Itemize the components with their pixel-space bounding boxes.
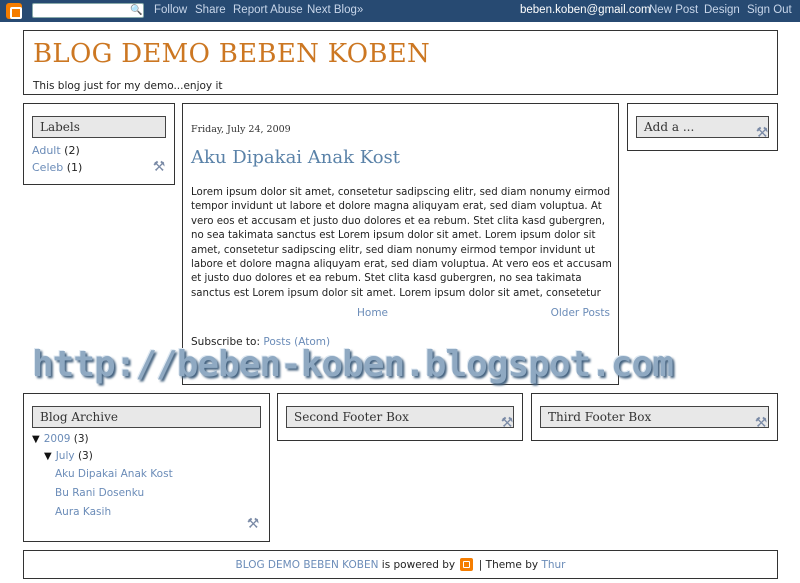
search-input[interactable]: 🔍 <box>32 3 144 18</box>
labels-widget-title: Labels <box>32 116 166 138</box>
triangle-down-icon[interactable]: ▼ <box>44 451 52 462</box>
tools-icon[interactable]: ⚒ <box>245 516 261 532</box>
blogger-logo-icon[interactable] <box>460 558 474 571</box>
second-footer-title: Second Footer Box <box>286 406 514 428</box>
next-blog-link[interactable]: Next Blog» <box>307 4 363 16</box>
sign-out-link[interactable]: Sign Out <box>747 4 792 16</box>
tools-icon[interactable]: ⚒ <box>754 125 770 141</box>
footer-blog-link[interactable]: BLOG DEMO BEBEN KOBEN <box>236 559 379 571</box>
add-gadget-title[interactable]: Add a ... <box>636 116 769 138</box>
share-link[interactable]: Share <box>195 4 226 16</box>
archive-month-row: ▼ July (3) <box>44 450 93 462</box>
follow-link[interactable]: Follow <box>154 4 187 16</box>
label-count: (1) <box>66 161 83 174</box>
main-post: Friday, July 24, 2009 Aku Dipakai Anak K… <box>182 103 619 385</box>
older-posts-link[interactable]: Older Posts <box>551 307 610 319</box>
theme-author-link[interactable]: Thur <box>541 559 565 571</box>
tools-icon[interactable]: ⚒ <box>753 415 769 431</box>
blog-header: BLOG DEMO BEBEN KOBEN This blog just for… <box>23 30 778 95</box>
tools-icon[interactable]: ⚒ <box>151 159 167 175</box>
blog-archive-widget: Blog Archive ▼ 2009 (3) ▼ July (3) Aku Dip… <box>23 393 270 542</box>
archive-post-link[interactable]: Aku Dipakai Anak Kost <box>55 468 173 480</box>
second-footer-box: Second Footer Box ⚒ <box>277 393 523 441</box>
tools-icon[interactable]: ⚒ <box>499 415 515 431</box>
label-item: Adult (2) <box>32 144 80 157</box>
post-body: Lorem ipsum dolor sit amet, consetetur s… <box>191 187 612 299</box>
home-link[interactable]: Home <box>357 307 388 319</box>
third-footer-title: Third Footer Box <box>540 406 769 428</box>
archive-year-row: ▼ 2009 (3) <box>32 433 89 445</box>
user-email: beben.koben@gmail.com <box>520 4 651 16</box>
triangle-down-icon[interactable]: ▼ <box>32 434 40 445</box>
archive-month-link[interactable]: July <box>56 450 75 462</box>
design-link[interactable]: Design <box>704 4 740 16</box>
footer-credits: BLOG DEMO BEBEN KOBEN is powered by | Th… <box>24 558 777 571</box>
archive-post-link[interactable]: Aura Kasih <box>55 506 111 518</box>
page-footer: BLOG DEMO BEBEN KOBEN is powered by | Th… <box>23 550 778 579</box>
add-gadget-widget: Add a ... ⚒ <box>627 103 778 151</box>
labels-widget: Labels Adult (2) Celeb (1) ⚒ <box>23 103 175 185</box>
label-count: (2) <box>64 144 80 157</box>
blog-description: This blog just for my demo...enjoy it <box>33 80 223 92</box>
watermark-url: http://beben-koben.blogspot.com <box>32 344 674 385</box>
post-title[interactable]: Aku Dipakai Anak Kost <box>191 147 400 168</box>
label-link-adult[interactable]: Adult <box>32 144 61 157</box>
label-item: Celeb (1) <box>32 161 82 174</box>
archive-title: Blog Archive <box>32 406 261 428</box>
blogger-logo-icon[interactable] <box>6 3 22 19</box>
archive-post-link[interactable]: Bu Rani Dosenku <box>55 487 144 499</box>
blog-title[interactable]: BLOG DEMO BEBEN KOBEN <box>33 39 430 69</box>
blogger-navbar: 🔍 Follow Share Report Abuse Next Blog» b… <box>0 0 800 22</box>
label-link-celeb[interactable]: Celeb <box>32 161 63 174</box>
search-icon[interactable]: 🔍 <box>130 5 142 16</box>
archive-year-link[interactable]: 2009 <box>44 433 71 445</box>
archive-year-count: (3) <box>73 433 89 445</box>
footer-powered-text: is powered by <box>381 559 456 571</box>
archive-month-count: (3) <box>77 450 93 462</box>
third-footer-box: Third Footer Box ⚒ <box>531 393 778 441</box>
new-post-link[interactable]: New Post <box>649 4 698 16</box>
report-abuse-link[interactable]: Report Abuse <box>233 4 303 16</box>
post-date: Friday, July 24, 2009 <box>191 124 291 135</box>
footer-theme-text: | Theme by <box>478 559 539 571</box>
